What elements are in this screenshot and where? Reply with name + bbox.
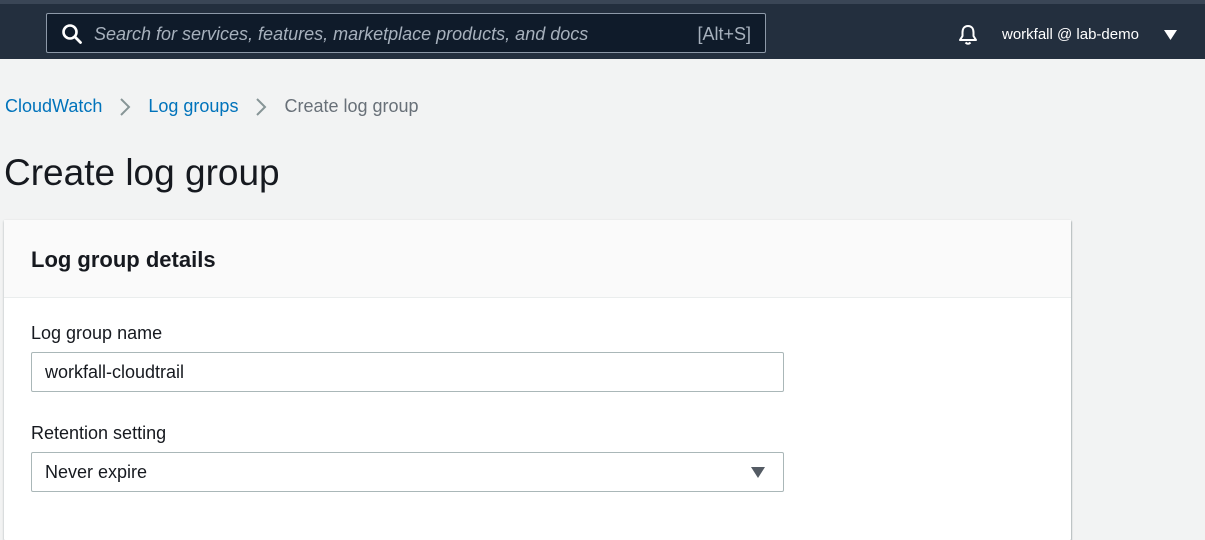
page-title: Create log group	[4, 152, 280, 193]
search-icon	[62, 24, 82, 44]
log-group-name-label: Log group name	[31, 323, 163, 343]
breadcrumb-cloudwatch[interactable]: CloudWatch	[5, 96, 102, 117]
retention-selected-value: Never expire	[45, 462, 148, 482]
breadcrumb-log-groups[interactable]: Log groups	[148, 96, 238, 117]
search-shortcut-hint: [Alt+S]	[697, 24, 751, 44]
panel-header: Log group details	[4, 220, 1071, 298]
top-navigation-bar: Search for services, features, marketpla…	[0, 0, 1205, 59]
retention-setting-label: Retention setting	[31, 423, 167, 443]
log-group-details-panel: Log group details Log group name Retenti…	[4, 220, 1071, 540]
breadcrumb-current: Create log group	[284, 96, 419, 116]
caret-down-icon	[751, 467, 765, 478]
panel-title: Log group details	[31, 247, 216, 272]
retention-setting-select[interactable]: Never expire	[31, 452, 784, 492]
log-group-name-input[interactable]	[31, 352, 784, 392]
caret-down-icon[interactable]	[1164, 30, 1177, 40]
bell-icon[interactable]	[956, 23, 980, 47]
breadcrumb: CloudWatch Log groups Create log group	[5, 96, 419, 117]
account-menu[interactable]: workfall @ lab-demo	[1002, 26, 1139, 43]
chevron-right-icon	[256, 97, 267, 116]
chevron-right-icon	[120, 97, 131, 116]
search-bar[interactable]: Search for services, features, marketpla…	[46, 13, 766, 53]
search-placeholder[interactable]: Search for services, features, marketpla…	[94, 24, 588, 45]
